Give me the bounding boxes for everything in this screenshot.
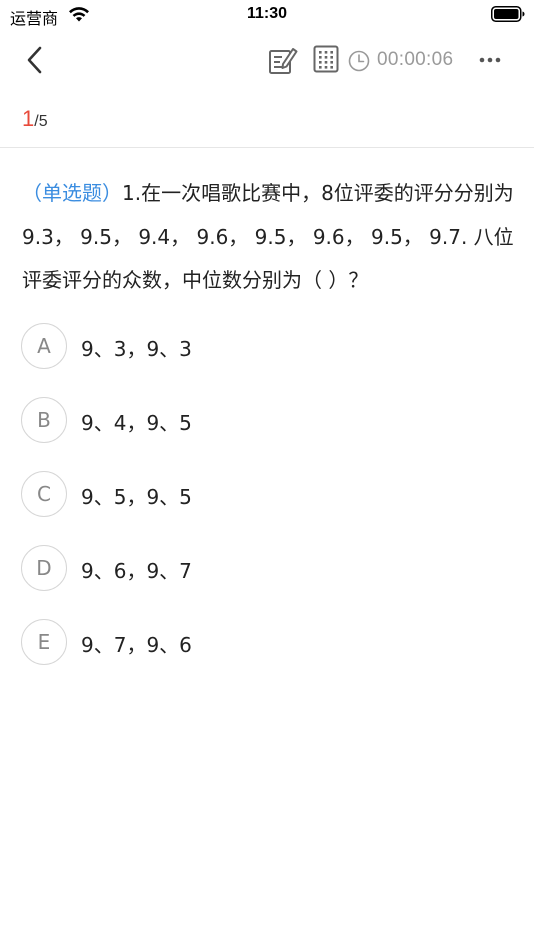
option-letter: E <box>21 619 67 665</box>
back-icon[interactable] <box>18 42 54 78</box>
option-d[interactable]: D 9、6，9、7 <box>21 545 501 591</box>
question-type-label: （单选题） <box>22 181 122 205</box>
option-text: 9、3，9、3 <box>81 337 192 361</box>
option-b[interactable]: B 9、4，9、5 <box>21 397 501 443</box>
option-text: 9、6，9、7 <box>81 559 192 583</box>
option-text: 9、7，9、6 <box>81 633 192 657</box>
clock-icon <box>348 50 370 72</box>
option-letter: A <box>21 323 67 369</box>
option-text: 9、5，9、5 <box>81 485 192 509</box>
option-letter: C <box>21 471 67 517</box>
option-letter: B <box>21 397 67 443</box>
note-icon[interactable] <box>266 44 298 76</box>
question-text-block: （单选题）1.在一次唱歌比赛中，8位评委的评分分别为9.3， 9.5， 9.4，… <box>22 172 514 303</box>
option-a[interactable]: A 9、3，9、3 <box>21 323 501 369</box>
option-text: 9、4，9、5 <box>81 411 192 435</box>
option-letter: D <box>21 545 67 591</box>
status-time: 11:30 <box>246 5 288 22</box>
question-progress: 1/5 <box>22 106 48 132</box>
nav-bar: 00:00:06 <box>0 30 534 90</box>
progress-current: 1 <box>22 106 35 131</box>
timer-display: 00:00:06 <box>377 49 454 70</box>
option-c[interactable]: C 9、5，9、5 <box>21 471 501 517</box>
progress-total: /5 <box>34 113 48 130</box>
status-bar: 运营商 11:30 <box>0 0 534 30</box>
answer-card-icon[interactable] <box>313 45 339 73</box>
battery-icon <box>491 6 525 22</box>
option-e[interactable]: E 9、7，9、6 <box>21 619 501 665</box>
more-icon[interactable] <box>476 50 508 70</box>
divider <box>0 147 534 148</box>
